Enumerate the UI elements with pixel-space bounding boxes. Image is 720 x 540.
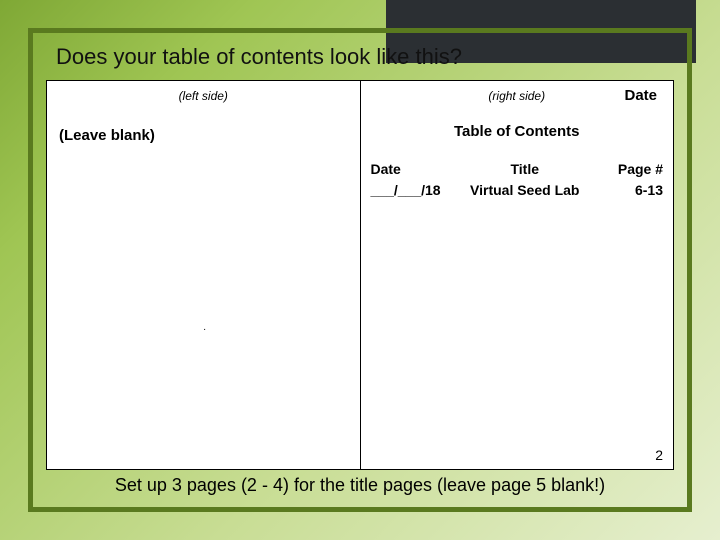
cell-date: ___/___/18 [371,180,459,201]
footer-instruction: Set up 3 pages (2 - 4) for the title pag… [0,475,720,496]
toc-data-row: ___/___/18 Virtual Seed Lab 6-13 [371,180,664,201]
cell-title: Virtual Seed Lab [459,180,592,201]
leave-blank-text: (Leave blank) [59,127,155,144]
left-side-label: (left side) [47,89,360,103]
col-header-title: Title [459,159,592,180]
toc-header-row: Date Title Page # [371,159,664,180]
slide: Does your table of contents look like th… [0,0,720,540]
notebook-left-page: (left side) (Leave blank) . [47,81,361,469]
toc-grid: Date Title Page # ___/___/18 Virtual See… [371,159,664,201]
cell-page: 6-13 [591,180,663,201]
toc-heading: Table of Contents [361,123,674,140]
page-number: 2 [655,447,663,463]
decorative-dot: . [203,322,206,333]
notebook: (left side) (Leave blank) . (right side)… [46,80,674,470]
col-header-date: Date [371,159,459,180]
date-top-label: Date [624,87,657,104]
slide-title: Does your table of contents look like th… [56,44,462,70]
col-header-page: Page # [591,159,663,180]
notebook-right-page: (right side) Date Table of Contents Date… [361,81,674,469]
